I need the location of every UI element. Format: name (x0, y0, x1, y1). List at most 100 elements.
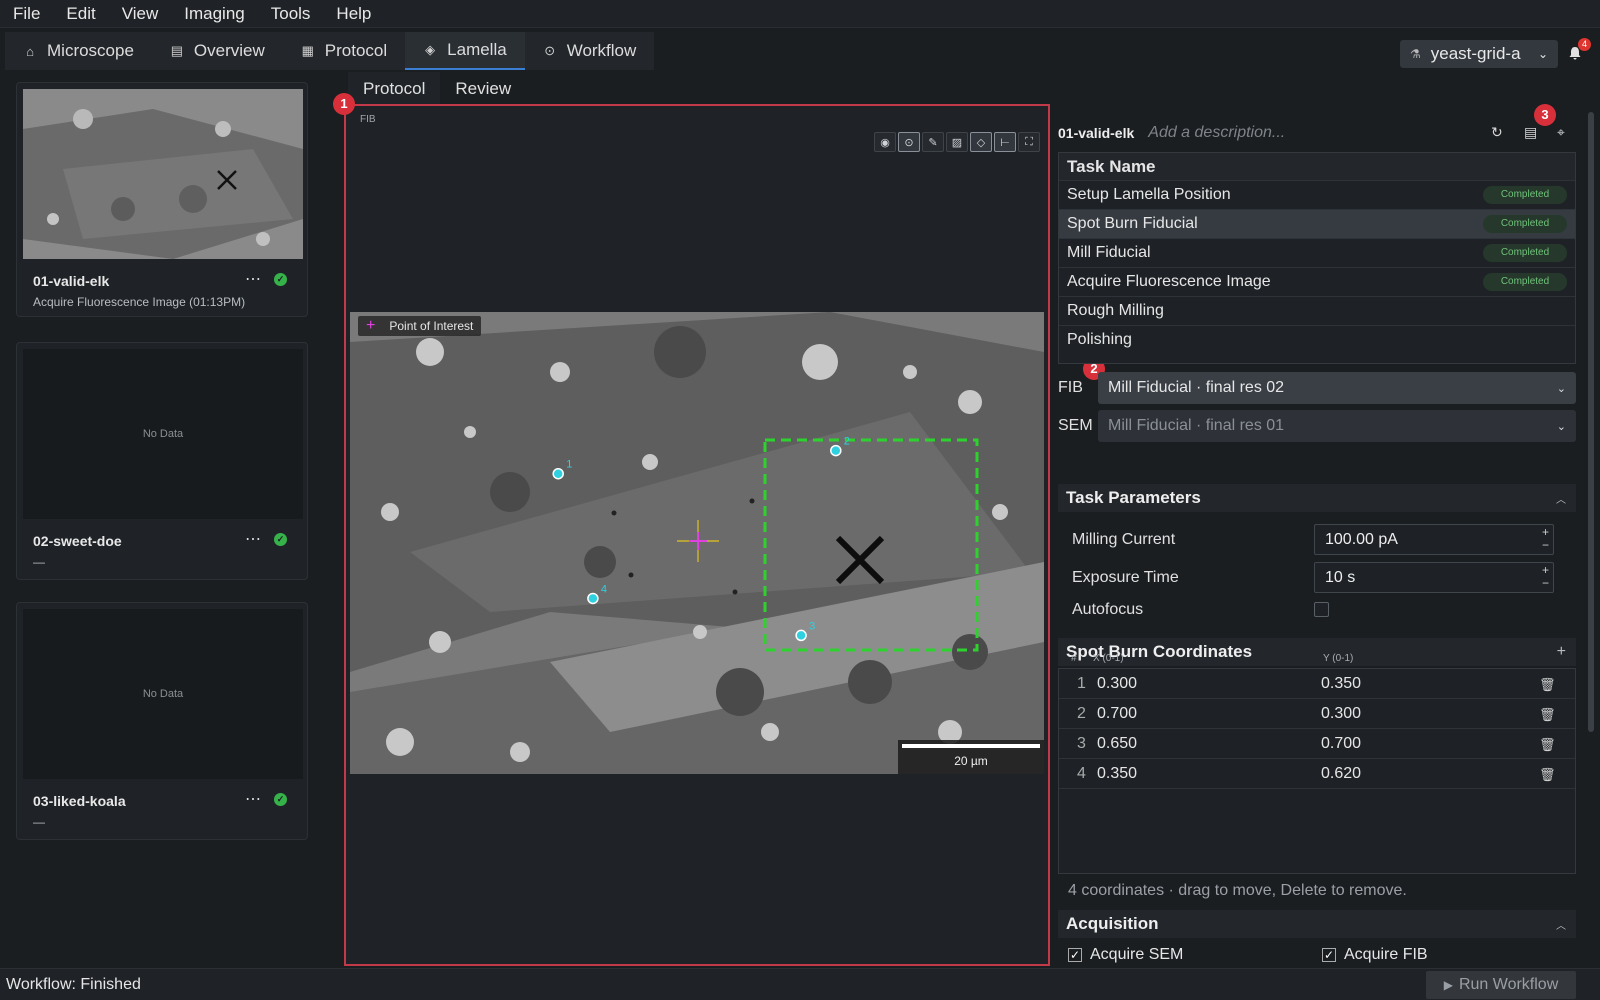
annotation-badge-1: 1 (333, 93, 355, 115)
lamella-status: — (33, 555, 45, 569)
param-label: Milling Current (1072, 531, 1176, 548)
spot-burn-marker[interactable] (795, 629, 807, 642)
spot-burn-coordinates-header: Spot Burn Coordinates + (1058, 638, 1576, 666)
sem-select-label: SEM (1058, 417, 1093, 434)
tab-overview[interactable]: ▤ Overview (152, 32, 283, 70)
lamella-header: 01-valid-elk Add a description... ↻ ▤ ⌖ (1058, 120, 1578, 146)
tab-lamella[interactable]: ◈ Lamella (405, 32, 525, 70)
acquire-sem-option[interactable]: ✓ Acquire SEM (1068, 946, 1183, 964)
table-row[interactable]: 4 0.350 0.620 🗑 (1059, 759, 1575, 789)
run-workflow-label: Run Workflow (1458, 976, 1559, 993)
trash-icon[interactable]: 🗑 (1539, 677, 1556, 693)
col-header: # (1071, 653, 1077, 664)
spot-burn-marker[interactable] (587, 592, 599, 605)
poi-label: Point of Interest (389, 319, 474, 333)
scale-bar-label: 20 µm (954, 754, 988, 768)
task-row[interactable]: Polishing (1059, 325, 1575, 354)
task-row[interactable]: Mill Fiducial Completed (1059, 238, 1575, 267)
coord-y[interactable]: 0.350 (1321, 675, 1361, 693)
acquire-fib-option[interactable]: ✓ Acquire FIB (1322, 946, 1428, 964)
pencil-icon[interactable]: ✎ (922, 132, 944, 152)
description-input[interactable]: Add a description... (1148, 124, 1285, 142)
scale-bar: 20 µm (898, 740, 1044, 774)
add-icon[interactable]: + (1557, 643, 1566, 661)
more-options-icon[interactable]: ⋯ (245, 529, 261, 549)
menu-help[interactable]: Help (323, 0, 384, 28)
menu-imaging[interactable]: Imaging (171, 0, 257, 28)
section-title: Task Parameters (1066, 488, 1201, 507)
coord-x[interactable]: 0.650 (1097, 735, 1137, 753)
task-name: Acquire Fluorescence Image (1067, 273, 1271, 290)
right-panel-scrollbar[interactable] (1588, 112, 1594, 732)
refresh-icon[interactable]: ↻ (1491, 124, 1503, 141)
exposure-time-input[interactable]: 10 s + − (1314, 562, 1554, 593)
crosshair-icon[interactable]: ⌖ (1557, 124, 1565, 141)
menu-file[interactable]: File (0, 0, 53, 28)
fit-screen-icon[interactable]: ⛶ (1018, 132, 1040, 152)
fib-micrograph: 1 2 3 4 (350, 312, 1044, 774)
coord-x[interactable]: 0.350 (1097, 765, 1137, 783)
trash-icon[interactable]: 🗑 (1539, 737, 1556, 753)
tab-label: Overview (193, 41, 265, 60)
acquisition-header[interactable]: Acquisition ︿ (1058, 910, 1576, 938)
status-badge: Completed (1483, 244, 1567, 262)
fib-image-viewer: FIB ◉ ⊙ ✎ ▨ ◇ ⊢ ⛶ 1 2 3 4 + Point of Int… (344, 104, 1050, 966)
chevron-down-icon: ⌄ (1556, 420, 1566, 433)
checkbox-checked-icon[interactable]: ✓ (1068, 948, 1082, 962)
lamella-card[interactable]: No Data 02-sweet-doe ⋯ ✓ — (16, 342, 308, 580)
trash-icon[interactable]: 🗑 (1539, 707, 1556, 723)
coord-y[interactable]: 0.620 (1321, 765, 1361, 783)
viewer-toolbar: ◉ ⊙ ✎ ▨ ◇ ⊢ ⛶ (874, 132, 1040, 152)
run-workflow-button[interactable]: ▶ Run Workflow (1426, 971, 1576, 999)
coordinates-hint: 4 coordinates · drag to move, Delete to … (1068, 882, 1407, 899)
more-options-icon[interactable]: ⋯ (245, 789, 261, 809)
coord-y[interactable]: 0.300 (1321, 705, 1361, 723)
menu-view[interactable]: View (109, 0, 172, 28)
spot-burn-marker[interactable] (552, 467, 564, 480)
document-icon[interactable]: ▤ (1524, 124, 1537, 141)
coord-x[interactable]: 0.700 (1097, 705, 1137, 723)
eye-icon[interactable]: ◉ (874, 132, 896, 152)
fib-image[interactable]: 1 2 3 4 + Point of Interest 20 µm (350, 312, 1044, 774)
lamella-card[interactable]: No Data 03-liked-koala ⋯ ✓ — (16, 602, 308, 840)
no-data-label: No Data (142, 428, 184, 440)
status-badge: Completed (1483, 186, 1567, 204)
stepper-arrows-icon[interactable]: + − (1542, 526, 1549, 552)
checkbox-checked-icon[interactable]: ✓ (1322, 948, 1336, 962)
lamella-name: 03-liked-koala (33, 793, 126, 809)
coord-y[interactable]: 0.700 (1321, 735, 1361, 753)
coord-x[interactable]: 0.300 (1097, 675, 1137, 693)
point-of-interest-legend: + Point of Interest (358, 316, 482, 336)
table-row[interactable]: 1 0.300 0.350 🗑 (1059, 669, 1575, 699)
menu-tools[interactable]: Tools (258, 0, 324, 28)
target-icon[interactable]: ⊙ (898, 132, 920, 152)
fib-image-select[interactable]: Mill Fiducial · final res 02 ⌄ (1098, 372, 1576, 404)
milling-current-input[interactable]: 100.00 pA + − (1314, 524, 1554, 555)
menu-edit[interactable]: Edit (53, 0, 108, 28)
stepper-arrows-icon[interactable]: + − (1542, 564, 1549, 590)
task-parameters-header[interactable]: Task Parameters ︿ (1058, 484, 1576, 512)
spot-burn-marker[interactable] (830, 444, 842, 457)
task-row[interactable]: Setup Lamella Position Completed (1059, 180, 1575, 209)
param-row: Milling Current 100.00 pA + − (1072, 524, 1572, 556)
ruler-icon[interactable]: ⊢ (994, 132, 1016, 152)
image-edit-icon[interactable]: ▨ (946, 132, 968, 152)
task-row[interactable]: Rough Milling (1059, 296, 1575, 325)
notifications-button[interactable]: 4 (1567, 38, 1591, 64)
tab-protocol[interactable]: ▦ Protocol (283, 32, 405, 70)
diamond-icon[interactable]: ◇ (970, 132, 992, 152)
tab-microscope[interactable]: ⌂ Microscope (5, 32, 152, 70)
subtab-review[interactable]: Review (440, 72, 527, 106)
lamella-card[interactable]: 01-valid-elk ⋯ ✓ Acquire Fluorescence Im… (16, 82, 308, 317)
autofocus-checkbox[interactable] (1314, 602, 1329, 617)
trash-icon[interactable]: 🗑 (1539, 767, 1556, 783)
subtab-protocol[interactable]: Protocol (348, 72, 441, 106)
tab-workflow[interactable]: ⊙ Workflow (525, 32, 655, 70)
task-row[interactable]: Acquire Fluorescence Image Completed (1059, 267, 1575, 296)
experiment-select[interactable]: ⚗ yeast-grid-a ⌄ (1400, 40, 1558, 68)
more-options-icon[interactable]: ⋯ (245, 269, 261, 289)
task-row[interactable]: Spot Burn Fiducial Completed (1059, 209, 1575, 238)
table-row[interactable]: 2 0.700 0.300 🗑 (1059, 699, 1575, 729)
table-row[interactable]: 3 0.650 0.700 🗑 (1059, 729, 1575, 759)
sem-image-select[interactable]: Mill Fiducial · final res 01 ⌄ (1098, 410, 1576, 442)
